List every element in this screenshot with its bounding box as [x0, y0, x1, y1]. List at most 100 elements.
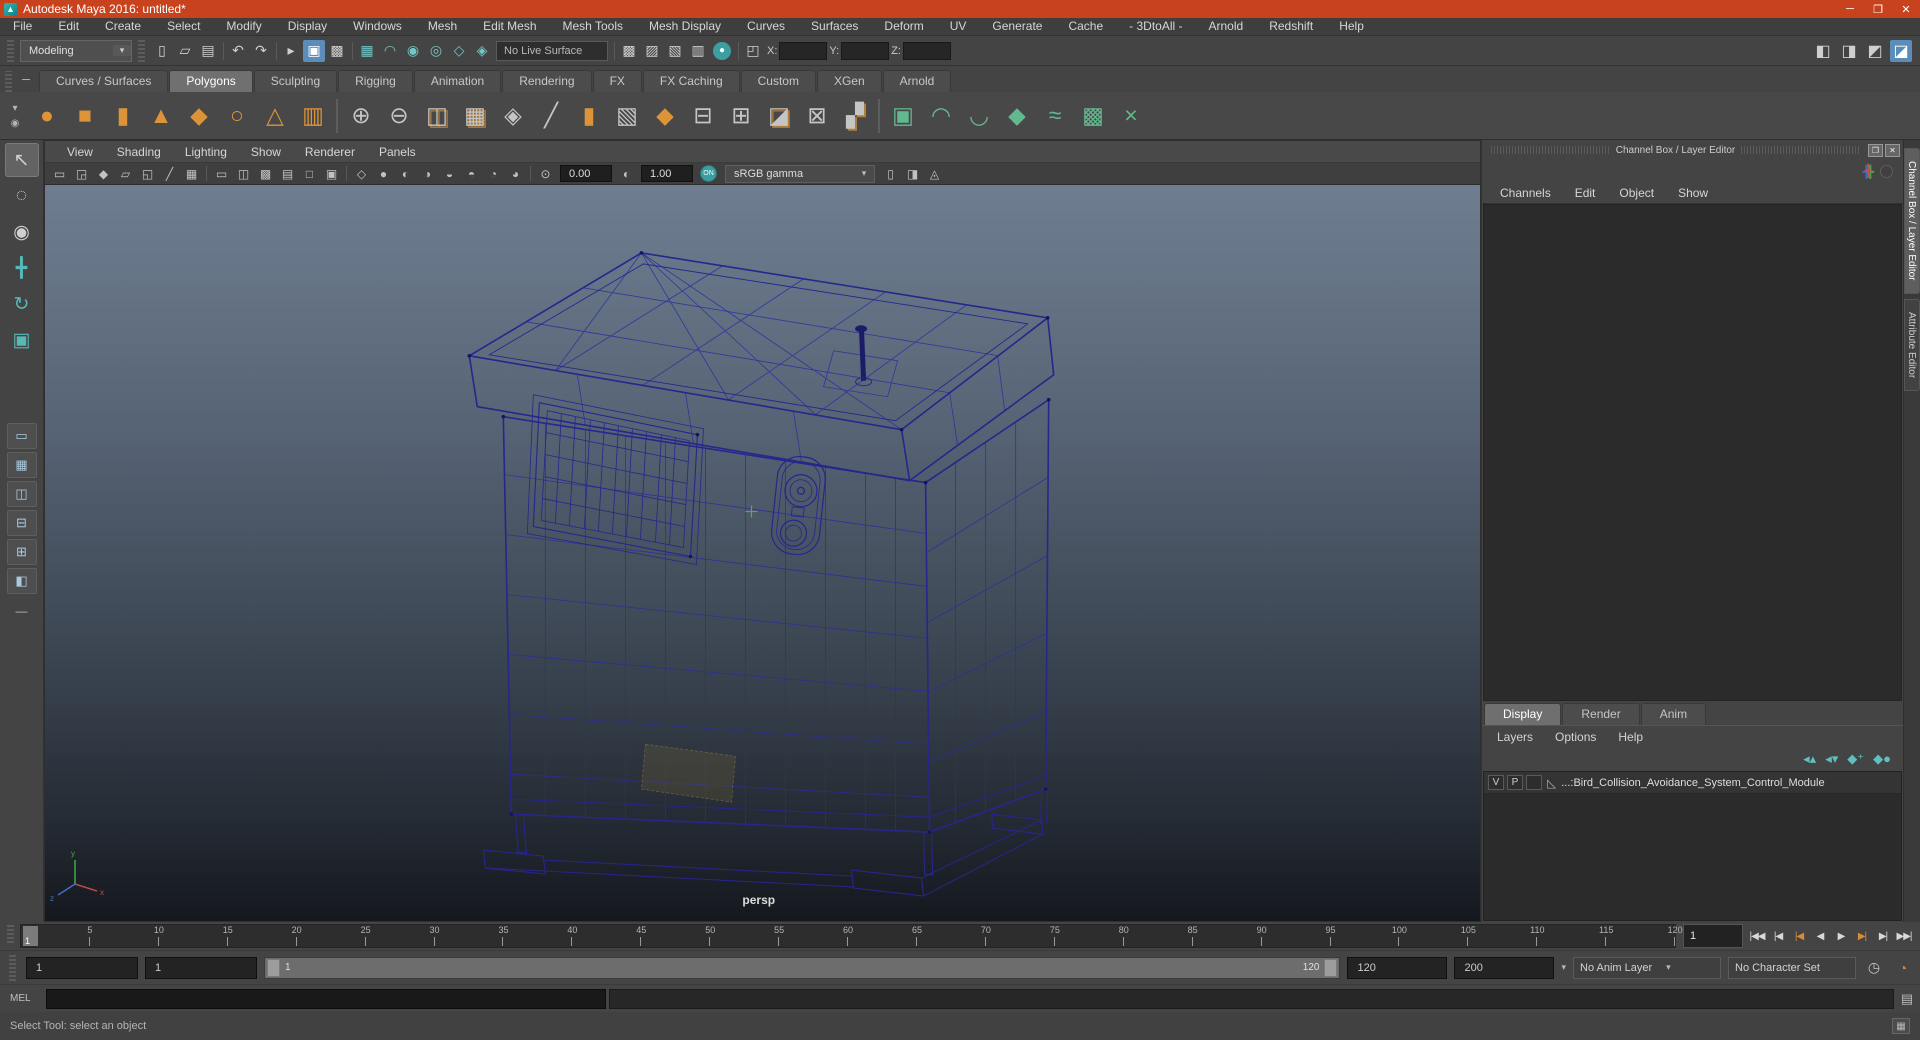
poly-torus-icon[interactable]: ○: [218, 96, 256, 136]
scale-tool[interactable]: ▣: [5, 323, 39, 357]
mel-input[interactable]: [46, 988, 606, 1009]
step-forward-key-button[interactable]: ▶|: [1852, 926, 1872, 946]
colorspace-toggle[interactable]: ON: [700, 165, 717, 182]
render-view-icon[interactable]: ●: [713, 41, 731, 60]
snap-view-plane-icon[interactable]: ◇: [448, 40, 470, 62]
curve-warp-icon[interactable]: ≈: [1036, 96, 1074, 136]
menu-item[interactable]: Surfaces: [798, 18, 871, 35]
colorspace-dropdown[interactable]: sRGB gamma ▾: [725, 164, 875, 183]
boolean-difference-icon[interactable]: ⊖: [380, 96, 418, 136]
playback-end-field[interactable]: 120: [1347, 956, 1448, 979]
help-line-corner-icon[interactable]: ▦: [1892, 1018, 1910, 1034]
fold-face-icon[interactable]: ◪: [760, 96, 798, 136]
render-frame-icon[interactable]: ▩: [618, 40, 640, 62]
poly-cube-icon[interactable]: ■: [66, 96, 104, 136]
sculpt-brush-icon[interactable]: ◡: [960, 96, 998, 136]
layer-editor-menu-item[interactable]: Layers: [1486, 730, 1544, 744]
ambient-occlusion-icon[interactable]: ◓: [461, 165, 482, 183]
range-start-handle[interactable]: [267, 958, 280, 977]
menu-item[interactable]: Generate: [979, 18, 1055, 35]
z-coord-input[interactable]: [902, 41, 951, 60]
contrast-field[interactable]: 1.00: [641, 165, 693, 182]
camera-attributes-icon[interactable]: ◲: [71, 165, 92, 183]
separator[interactable]: [273, 40, 279, 62]
multi-cut-icon[interactable]: ╱: [532, 96, 570, 136]
gate-mask-icon[interactable]: ▩: [255, 165, 276, 183]
shelf-tab-fx[interactable]: FX: [592, 70, 642, 92]
menu-item[interactable]: Create: [92, 18, 154, 35]
move-tool[interactable]: ╋: [5, 251, 39, 285]
field-chart-icon[interactable]: ▤: [277, 165, 298, 183]
lasso-select-tool[interactable]: ◌: [5, 179, 39, 213]
uv-editor-icon[interactable]: ▩: [1074, 96, 1112, 136]
menu-item[interactable]: Modify: [213, 18, 274, 35]
layer-move-down-icon[interactable]: ◂▾: [1825, 751, 1838, 767]
render-sequence-icon[interactable]: ▥: [687, 40, 709, 62]
shelf-tab-rendering[interactable]: Rendering: [502, 70, 592, 92]
edge-loop-icon[interactable]: ⊟: [684, 96, 722, 136]
isolate-select-icon[interactable]: ▯: [880, 165, 901, 183]
channel-box-header[interactable]: Channel Box / Layer Editor ❐ ✕: [1482, 140, 1903, 160]
go-to-end-button[interactable]: ▶▶|: [1894, 926, 1914, 946]
panel-menu-item[interactable]: Lighting: [173, 145, 239, 159]
symmetry-icon[interactable]: ×: [1112, 96, 1150, 136]
undo-icon[interactable]: ↶: [227, 40, 249, 62]
layer-display-type-box[interactable]: [1526, 775, 1542, 790]
y-coord-input[interactable]: [841, 41, 890, 60]
drag-grip[interactable]: [7, 38, 14, 63]
maximize-button[interactable]: ❐: [1864, 0, 1892, 18]
chevron-down-icon[interactable]: ▾: [1561, 962, 1566, 973]
render-settings-icon[interactable]: ▧: [664, 40, 686, 62]
poly-cone-icon[interactable]: ▲: [142, 96, 180, 136]
safe-action-icon[interactable]: □: [299, 165, 320, 183]
paint-select-tool[interactable]: ◉: [5, 215, 39, 249]
menu-item[interactable]: File: [0, 18, 45, 35]
titlebar[interactable]: ▲ Autodesk Maya 2016: untitled* ─ ❐ ✕: [0, 0, 1920, 18]
range-slider[interactable]: 1 120: [264, 956, 1341, 979]
range-end-handle[interactable]: [1324, 958, 1338, 977]
play-forwards-button[interactable]: ▶: [1831, 926, 1851, 946]
select-hierarchy-icon[interactable]: ▸: [280, 40, 302, 62]
layout-persp-outliner[interactable]: ◫: [6, 481, 37, 507]
side-tab-attribute-editor[interactable]: Attribute Editor: [1904, 298, 1920, 391]
rotate-tool[interactable]: ↻: [5, 287, 39, 321]
shelf-collapse-icon[interactable]: ─: [17, 71, 35, 89]
menu-item[interactable]: Mesh Display: [636, 18, 734, 35]
exposure-icon[interactable]: ⊙: [535, 165, 556, 183]
step-back-frame-button[interactable]: |◀: [1768, 926, 1788, 946]
channel-box-menu-item[interactable]: Object: [1607, 186, 1666, 200]
insert-edge-loop-icon[interactable]: ⊞: [722, 96, 760, 136]
drag-grip[interactable]: [5, 71, 12, 92]
layout-four-view[interactable]: ▦: [6, 452, 37, 478]
manipulator-tripod-icon[interactable]: ╋: [1865, 164, 1872, 178]
separator[interactable]: [349, 40, 355, 62]
redo-icon[interactable]: ↷: [250, 40, 272, 62]
select-component-icon[interactable]: ▩: [326, 40, 348, 62]
drag-grip[interactable]: [7, 924, 14, 944]
layer-visibility-toggle[interactable]: V: [1488, 775, 1504, 790]
ipr-render-icon[interactable]: ▨: [641, 40, 663, 62]
safe-title-icon[interactable]: ▣: [321, 165, 342, 183]
layout-persp-uv[interactable]: ◧: [6, 568, 37, 594]
menu-item[interactable]: Curves: [734, 18, 798, 35]
menu-item[interactable]: Mesh Tools: [550, 18, 636, 35]
menu-item[interactable]: Cache: [1055, 18, 1116, 35]
separator[interactable]: [735, 40, 741, 62]
animation-start-field[interactable]: 1: [26, 956, 138, 979]
smooth-icon[interactable]: ▦: [456, 96, 494, 136]
shelf-editor-gear-icon[interactable]: ◉: [11, 118, 20, 129]
mel-label[interactable]: MEL: [10, 993, 46, 1004]
layout-hypershade[interactable]: ⊞: [6, 539, 37, 565]
poly-cylinder-icon[interactable]: ▮: [104, 96, 142, 136]
layer-tab-render[interactable]: Render: [1562, 703, 1640, 725]
grease-pencil-icon[interactable]: ╱: [159, 165, 180, 183]
coords-input-type-icon[interactable]: ◰: [742, 40, 764, 62]
animation-preferences-icon[interactable]: ◔: [1892, 960, 1914, 976]
select-tool[interactable]: ↖: [4, 143, 39, 177]
resolution-gate-icon[interactable]: ◫: [233, 165, 254, 183]
smooth-shade-icon[interactable]: ●: [373, 165, 394, 183]
menu-item[interactable]: UV: [937, 18, 980, 35]
layer-list[interactable]: V P ◺ ...:Bird_Collision_Avoidance_Syste…: [1483, 771, 1902, 921]
textured-display-icon[interactable]: ◐: [395, 165, 416, 183]
bookmark-icon[interactable]: ◆: [93, 165, 114, 183]
